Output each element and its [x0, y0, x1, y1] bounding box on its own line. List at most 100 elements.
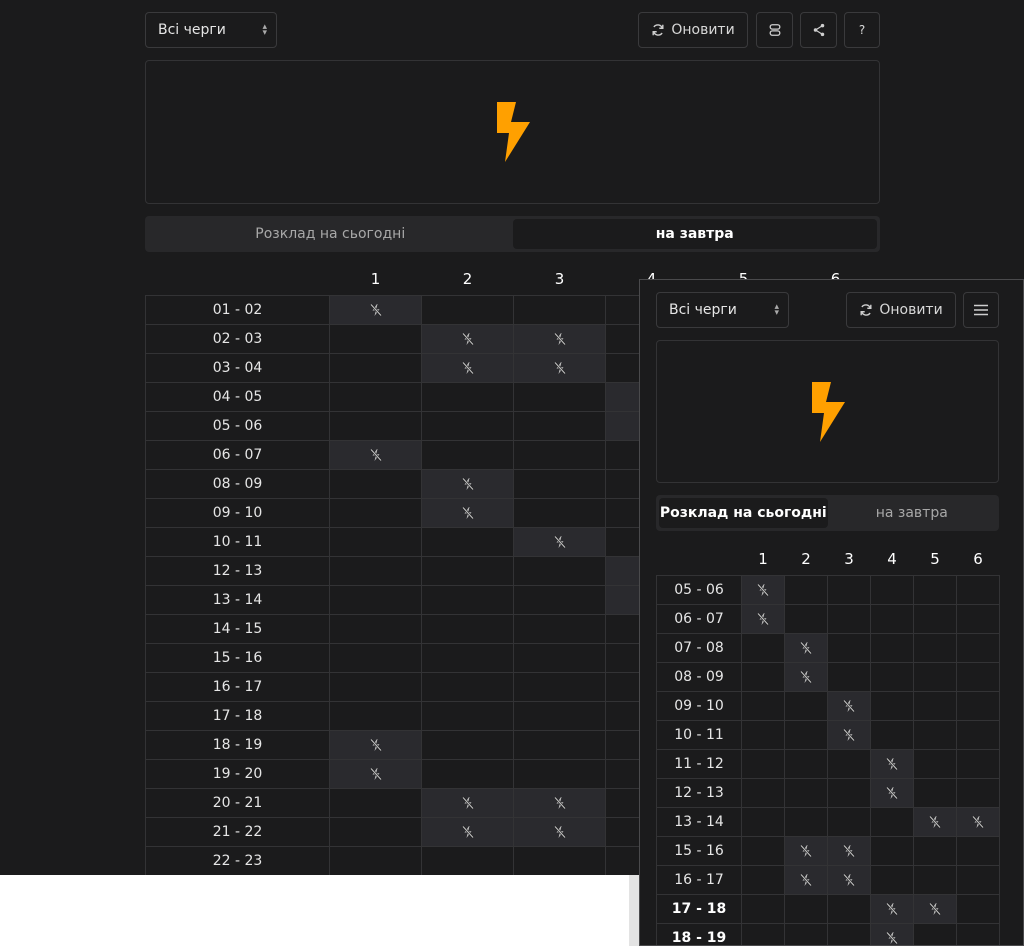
power-off-icon: [553, 535, 566, 548]
power-on-cell: [741, 864, 785, 895]
power-off-icon: [886, 757, 898, 770]
help-label: ?: [858, 23, 866, 37]
column-header-4: 4: [887, 549, 897, 568]
status-banner: [145, 60, 880, 204]
power-off-icon: [800, 641, 812, 654]
share-icon: [813, 23, 824, 37]
outage-cell: [513, 816, 606, 847]
mobile-preview: Всі черги ▴ ▾ Оновити Розклад на сьогодні…: [639, 279, 1024, 946]
power-on-cell: [513, 700, 606, 731]
mobile-schedule-table: 1 2 3 4 5 6 05 - 06 06 - 07 07 - 08 08 - 09 09 - …: [656, 543, 1000, 945]
time-slot: 07 - 08: [656, 632, 742, 663]
time-slot: 19 - 20: [145, 758, 330, 789]
power-on-cell: [741, 632, 785, 663]
time-slot: 09 - 10: [656, 690, 742, 721]
queue-select[interactable]: Всі черги ▴ ▾: [145, 12, 277, 48]
power-on-cell: [513, 497, 606, 528]
time-slot: 10 - 11: [656, 719, 742, 750]
power-off-icon: [843, 873, 855, 886]
power-on-cell: [329, 671, 422, 702]
power-on-cell: [421, 642, 514, 673]
power-on-cell: [956, 690, 1000, 721]
power-off-icon: [800, 873, 812, 886]
power-on-cell: [827, 806, 871, 837]
power-on-cell: [913, 719, 957, 750]
power-on-cell: [513, 294, 606, 325]
menu-button[interactable]: [963, 292, 999, 328]
menu-icon: [974, 304, 988, 316]
power-on-cell: [784, 806, 828, 837]
power-on-cell: [827, 777, 871, 808]
column-header-3: 3: [554, 270, 565, 289]
power-on-cell: [784, 574, 828, 605]
power-on-cell: [421, 410, 514, 441]
power-on-cell: [913, 661, 957, 692]
outage-cell: [784, 632, 828, 663]
time-slot: 13 - 14: [656, 806, 742, 837]
time-slot: 08 - 09: [145, 468, 330, 499]
power-on-cell: [513, 439, 606, 470]
power-off-icon: [800, 670, 812, 683]
share-button[interactable]: [800, 12, 837, 48]
column-header-1: 1: [370, 270, 381, 289]
power-on-cell: [421, 758, 514, 789]
table-row: 07 - 08: [656, 632, 1000, 663]
mobile-tab-today[interactable]: Розклад на сьогодні: [659, 498, 828, 528]
power-on-cell: [870, 632, 914, 663]
help-button[interactable]: ?: [844, 12, 880, 48]
outage-cell: [784, 835, 828, 866]
power-on-cell: [870, 661, 914, 692]
power-off-icon: [972, 815, 984, 828]
power-on-cell: [956, 661, 1000, 692]
power-on-cell: [513, 613, 606, 644]
power-off-icon: [369, 303, 382, 316]
power-on-cell: [827, 603, 871, 634]
power-off-icon: [886, 931, 898, 944]
outage-cell: [421, 468, 514, 499]
power-on-cell: [741, 690, 785, 721]
mobile-tab-tomorrow[interactable]: на завтра: [828, 498, 997, 528]
power-on-cell: [421, 439, 514, 470]
power-on-cell: [784, 719, 828, 750]
power-off-icon: [929, 902, 941, 915]
outage-cell: [329, 729, 422, 760]
power-on-cell: [329, 352, 422, 383]
mobile-queue-select[interactable]: Всі черги ▴ ▾: [656, 292, 789, 328]
tab-tomorrow[interactable]: на завтра: [512, 219, 877, 249]
tab-today[interactable]: Розклад на сьогодні: [148, 219, 513, 249]
mobile-schedule-tabs: Розклад на сьогодні на завтра: [656, 495, 999, 531]
power-off-icon: [843, 844, 855, 857]
power-on-cell: [329, 410, 422, 441]
power-on-cell: [513, 642, 606, 673]
time-slot: 15 - 16: [656, 835, 742, 866]
database-button[interactable]: [756, 12, 793, 48]
column-header-6: 6: [973, 549, 983, 568]
power-on-cell: [513, 410, 606, 441]
table-row: 09 - 10: [656, 690, 1000, 721]
power-on-cell: [956, 632, 1000, 663]
time-slot: 17 - 18: [656, 893, 742, 924]
column-header-2: 2: [801, 549, 811, 568]
time-slot: 02 - 03: [145, 323, 330, 354]
power-off-icon: [553, 825, 566, 838]
table-row: 06 - 07: [656, 603, 1000, 634]
mobile-refresh-label: Оновити: [879, 302, 943, 318]
outage-cell: [827, 719, 871, 750]
power-on-cell: [870, 574, 914, 605]
power-on-cell: [784, 690, 828, 721]
power-on-cell: [784, 777, 828, 808]
refresh-button[interactable]: Оновити: [638, 12, 748, 48]
mobile-refresh-button[interactable]: Оновити: [846, 292, 956, 328]
outage-cell: [913, 806, 957, 837]
power-on-cell: [870, 690, 914, 721]
time-slot: 17 - 18: [145, 700, 330, 731]
schedule-tabs: Розклад на сьогодні на завтра: [145, 216, 880, 252]
power-off-icon: [461, 477, 474, 490]
power-on-cell: [913, 632, 957, 663]
power-on-cell: [513, 729, 606, 760]
power-on-cell: [329, 816, 422, 847]
power-on-cell: [329, 613, 422, 644]
power-off-icon: [461, 825, 474, 838]
power-on-cell: [421, 845, 514, 875]
power-on-cell: [827, 661, 871, 692]
